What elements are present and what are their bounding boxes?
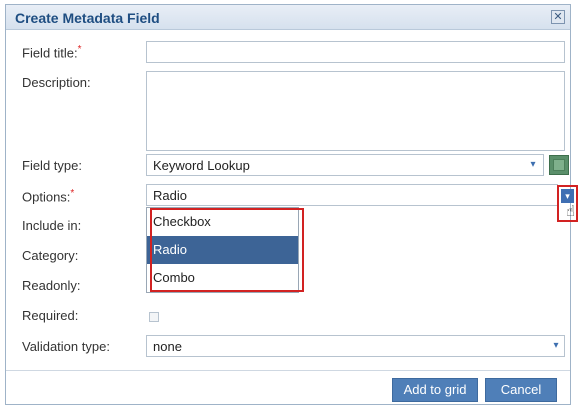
field-type-label: Field type: <box>22 158 82 173</box>
field-title-label: Field title:* <box>22 44 82 60</box>
required-mark: * <box>70 188 75 199</box>
close-icon[interactable]: ✕ <box>551 10 565 24</box>
include-in-label: Include in: <box>22 218 82 233</box>
options-label-text: Options: <box>22 189 71 205</box>
field-type-select[interactable]: Keyword Lookup ▾ <box>146 154 544 176</box>
hand-cursor-icon: ☝ <box>566 203 576 220</box>
required-checkbox[interactable] <box>149 312 159 322</box>
chevron-down-icon[interactable]: ▾ <box>561 189 574 203</box>
create-metadata-field-dialog: Create Metadata Field ✕ Field title:* De… <box>5 4 578 405</box>
dialog-titlebar: Create Metadata Field ✕ <box>6 5 570 30</box>
validation-type-value: none <box>153 339 182 354</box>
options-dropdown-arrow-highlight: ▾ ☝ <box>557 185 578 222</box>
options-label: Options:* <box>22 188 74 204</box>
validation-type-select[interactable]: none ▾ <box>146 335 565 357</box>
dialog-title: Create Metadata Field <box>15 10 160 26</box>
chevron-down-icon[interactable]: ▾ <box>525 155 541 175</box>
options-value: Radio <box>153 188 187 203</box>
field-title-label-text: Field title: <box>22 45 78 61</box>
field-title-input[interactable] <box>146 41 565 63</box>
chevron-down-icon[interactable]: ▾ <box>548 336 564 356</box>
description-textarea[interactable] <box>146 71 565 151</box>
options-select[interactable]: Radio <box>146 184 558 206</box>
description-label: Description: <box>22 75 91 90</box>
cancel-button[interactable]: Cancel <box>485 378 557 402</box>
validation-type-label: Validation type: <box>22 339 110 354</box>
add-to-grid-button[interactable]: Add to grid <box>392 378 478 402</box>
footer-separator <box>6 370 570 371</box>
grid-icon-inner <box>553 159 565 171</box>
grid-icon[interactable] <box>549 155 569 175</box>
required-label: Required: <box>22 308 79 323</box>
required-mark: * <box>77 44 82 55</box>
dropdown-list-highlight <box>150 208 304 292</box>
field-type-value: Keyword Lookup <box>153 158 250 173</box>
readonly-label: Readonly: <box>22 278 81 293</box>
category-label: Category: <box>22 248 79 263</box>
